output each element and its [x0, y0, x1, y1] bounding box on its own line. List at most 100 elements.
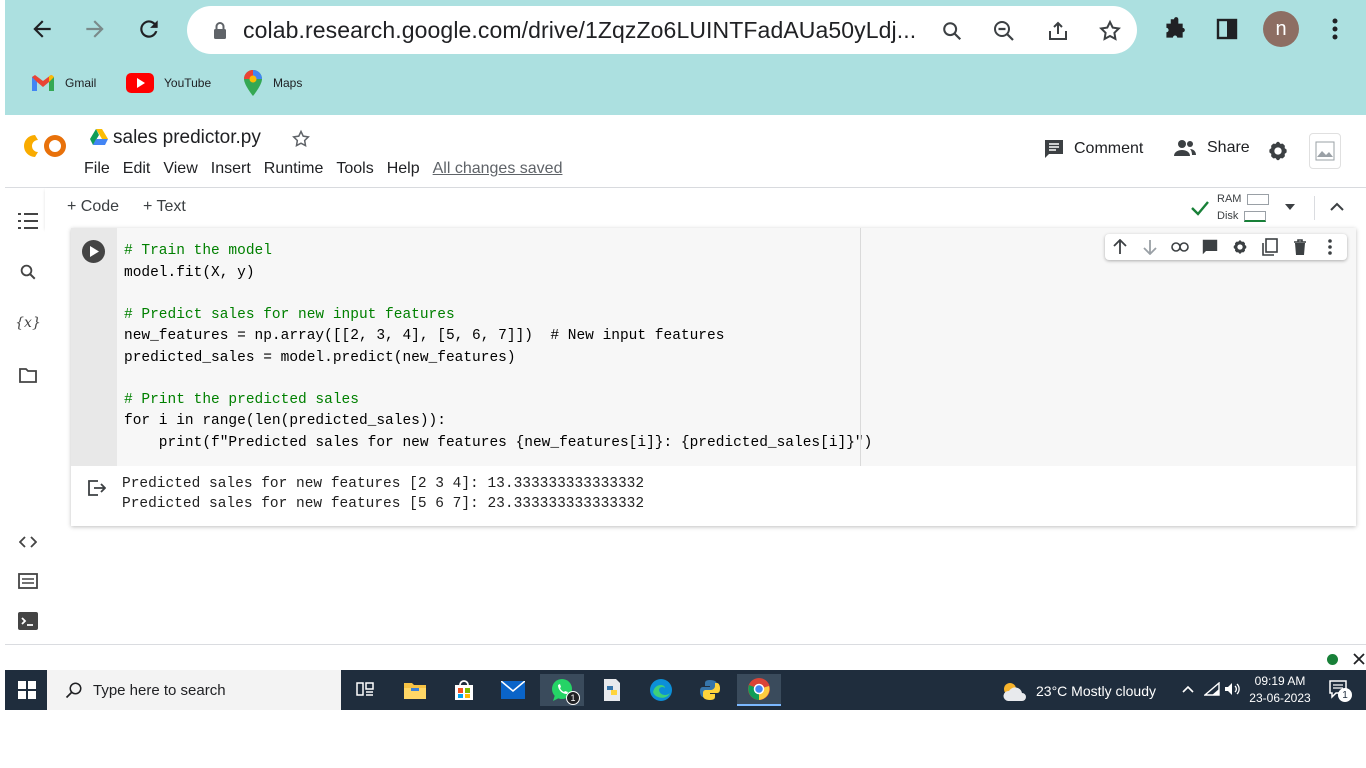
youtube-icon [126, 73, 154, 93]
code-line: # Print the predicted sales [124, 392, 359, 408]
address-bar[interactable]: colab.research.google.com/drive/1ZqzZo6L… [187, 6, 1137, 54]
output-actions-icon[interactable] [88, 480, 106, 496]
cell-more-icon[interactable] [1321, 238, 1339, 256]
show-hidden-icons-chevron-icon[interactable] [1182, 685, 1194, 693]
weather-widget[interactable]: 23°C Mostly cloudy [1000, 680, 1156, 702]
gmail-icon [32, 75, 54, 91]
windows-start-button[interactable] [18, 681, 36, 704]
wifi-icon[interactable] [1204, 682, 1220, 696]
code-editor[interactable]: # Train the model model.fit(X, y) # Pred… [117, 228, 1356, 466]
find-icon[interactable] [17, 261, 39, 283]
table-of-contents-icon[interactable] [17, 210, 39, 232]
menu-tools[interactable]: Tools [336, 160, 373, 178]
menu-file[interactable]: File [84, 160, 110, 178]
link-icon[interactable] [1171, 238, 1189, 256]
notification-center-button[interactable]: 1 [1328, 679, 1352, 704]
file-explorer-icon[interactable] [393, 674, 437, 706]
delete-cell-icon[interactable] [1291, 238, 1309, 256]
colab-logo[interactable] [21, 131, 69, 169]
extensions-icon[interactable] [1158, 13, 1190, 45]
menu-view[interactable]: View [163, 160, 197, 178]
comment-button[interactable]: Comment [1044, 139, 1143, 159]
variables-icon[interactable]: {x} [15, 312, 41, 334]
clock[interactable]: 09:19 AM 23-06-2023 [1245, 673, 1315, 707]
side-panel-icon[interactable] [1211, 13, 1243, 45]
colab-header: sales predictor.py File Edit View Insert… [5, 115, 1366, 188]
command-palette-icon[interactable] [17, 570, 39, 592]
drive-icon [90, 129, 108, 145]
empty-screen-area [0, 710, 1366, 768]
move-up-icon[interactable] [1111, 238, 1129, 256]
volume-icon[interactable] [1224, 682, 1240, 696]
run-cell-button[interactable] [82, 240, 105, 263]
menu-edit[interactable]: Edit [123, 160, 151, 178]
share-page-icon[interactable] [1045, 18, 1071, 44]
whatsapp-icon[interactable]: 1 [540, 674, 584, 706]
forward-button[interactable] [78, 12, 112, 46]
windows-taskbar: Type here to search 1 23°C Mostly cloudy… [5, 670, 1366, 710]
cell-comment-icon[interactable] [1201, 238, 1219, 256]
taskbar-search[interactable]: Type here to search [47, 670, 341, 710]
account-avatar[interactable] [1309, 133, 1341, 169]
microsoft-store-icon[interactable] [442, 674, 486, 706]
chrome-menu-icon[interactable] [1319, 13, 1351, 45]
settings-gear-icon[interactable] [1267, 140, 1289, 162]
menu-bar: File Edit View Insert Runtime Tools Help… [84, 160, 575, 178]
menu-help[interactable]: Help [387, 160, 420, 178]
resource-monitor[interactable]: RAM Disk [1217, 191, 1270, 225]
search-icon [65, 682, 82, 699]
star-notebook-icon[interactable] [291, 129, 311, 149]
notebook-title[interactable]: sales predictor.py [113, 127, 261, 149]
toolbar-divider [1314, 196, 1315, 220]
whatsapp-badge: 1 [566, 691, 580, 705]
terminal-icon[interactable] [17, 610, 39, 632]
ram-label: RAM [1217, 193, 1242, 205]
partly-cloudy-icon [1003, 683, 1026, 701]
chrome-taskbar-icon[interactable] [737, 674, 781, 706]
back-button[interactable] [25, 12, 59, 46]
weather-text: 23°C Mostly cloudy [1036, 683, 1156, 699]
files-folder-icon[interactable] [17, 364, 39, 386]
ram-bar [1247, 193, 1270, 205]
cell-settings-icon[interactable] [1231, 238, 1249, 256]
code-snippets-icon[interactable] [17, 531, 39, 553]
cell-gutter [71, 228, 117, 466]
close-icon[interactable] [1353, 653, 1365, 665]
move-down-icon[interactable] [1141, 238, 1159, 256]
clock-date: 23-06-2023 [1249, 691, 1311, 705]
python-icon[interactable] [688, 674, 732, 706]
browser-chrome: colab.research.google.com/drive/1ZqzZo6L… [5, 0, 1366, 115]
collapse-header-icon[interactable] [1330, 201, 1344, 211]
lock-icon [214, 22, 226, 39]
share-button[interactable]: Share [1173, 139, 1250, 157]
mail-icon[interactable] [491, 674, 535, 706]
task-view-icon[interactable] [343, 674, 387, 706]
menu-insert[interactable]: Insert [211, 160, 251, 178]
zoom-out-icon[interactable] [991, 18, 1017, 44]
comment-label: Comment [1074, 140, 1144, 157]
code-line: # Train the model [124, 243, 272, 259]
reload-button[interactable] [132, 12, 166, 46]
bookmark-star-icon[interactable] [1097, 18, 1123, 44]
code-cell[interactable]: # Train the model model.fit(X, y) # Pred… [71, 228, 1356, 526]
add-text-button[interactable]: + Text [143, 198, 186, 216]
bookmark-gmail[interactable]: Gmail [31, 72, 96, 94]
bookmark-label: Gmail [65, 76, 97, 90]
bookmark-youtube[interactable]: YouTube [126, 72, 211, 94]
bookmark-label: YouTube [164, 76, 212, 90]
clock-time: 09:19 AM [1254, 674, 1306, 688]
python-idle-icon[interactable] [590, 674, 634, 706]
bookmark-maps[interactable]: Maps [243, 70, 303, 96]
profile-avatar[interactable]: n [1263, 11, 1299, 47]
add-code-button[interactable]: + Code [67, 198, 119, 216]
menu-runtime[interactable]: Runtime [264, 160, 324, 178]
runtime-dropdown-icon[interactable] [1285, 204, 1295, 210]
search-page-icon[interactable] [939, 18, 965, 44]
mirror-cell-icon[interactable] [1261, 238, 1279, 256]
edge-browser-icon[interactable] [639, 674, 683, 706]
code-line: print(f"Predicted sales for new features… [124, 435, 873, 451]
bookmark-label: Maps [273, 76, 303, 90]
left-sidebar: {x} [5, 188, 45, 644]
save-status[interactable]: All changes saved [433, 160, 563, 178]
search-placeholder: Type here to search [93, 681, 226, 699]
